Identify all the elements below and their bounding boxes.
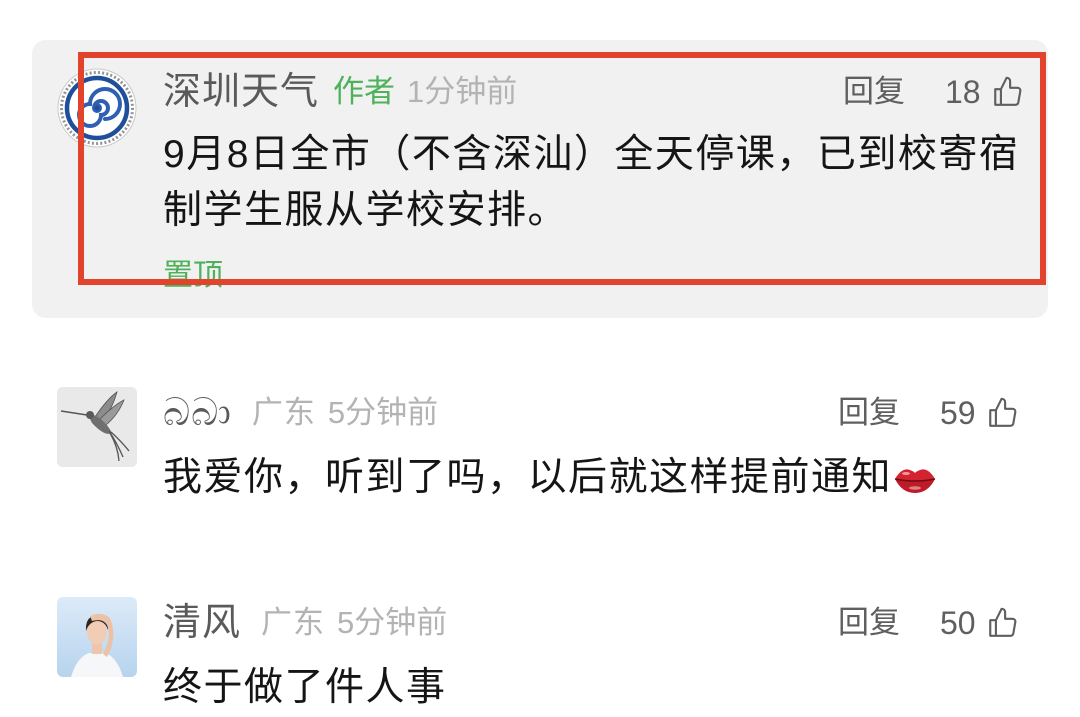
avatar[interactable] (57, 597, 137, 677)
reply-button[interactable]: 回复 (838, 391, 900, 435)
hummingbird-icon (57, 387, 137, 467)
timestamp: 5分钟前 (327, 395, 439, 430)
location-label: 广东 (261, 605, 326, 640)
thumbs-up-icon[interactable] (986, 396, 1020, 430)
comment-header: 清风 广东 5分钟前 (163, 601, 447, 645)
location-label: 广东 (251, 395, 316, 430)
thumbs-up-icon[interactable] (986, 606, 1020, 640)
lips-emoji-icon (892, 462, 938, 496)
author-name[interactable]: බබා (163, 391, 232, 435)
comment-text: 终于做了件人事 (163, 666, 447, 709)
like-count[interactable]: 59 (940, 391, 976, 435)
like-count[interactable]: 50 (940, 601, 976, 645)
highlight-annotation-box (78, 52, 1046, 285)
avatar[interactable] (57, 387, 137, 467)
like-button[interactable]: 59 (940, 391, 1020, 435)
reply-button[interactable]: 回复 (838, 601, 900, 645)
comment-header: බබා 广东 5分钟前 (163, 391, 438, 435)
comment-text: 我爱你，听到了吗，以后就这样提前通知 (163, 456, 893, 499)
timestamp: 5分钟前 (337, 605, 448, 640)
author-name[interactable]: 清风 (163, 601, 241, 645)
comment-text-row: 我爱你，听到了吗，以后就这样提前通知 (163, 450, 1053, 506)
like-button[interactable]: 50 (940, 601, 1020, 645)
portrait-icon (57, 597, 137, 677)
